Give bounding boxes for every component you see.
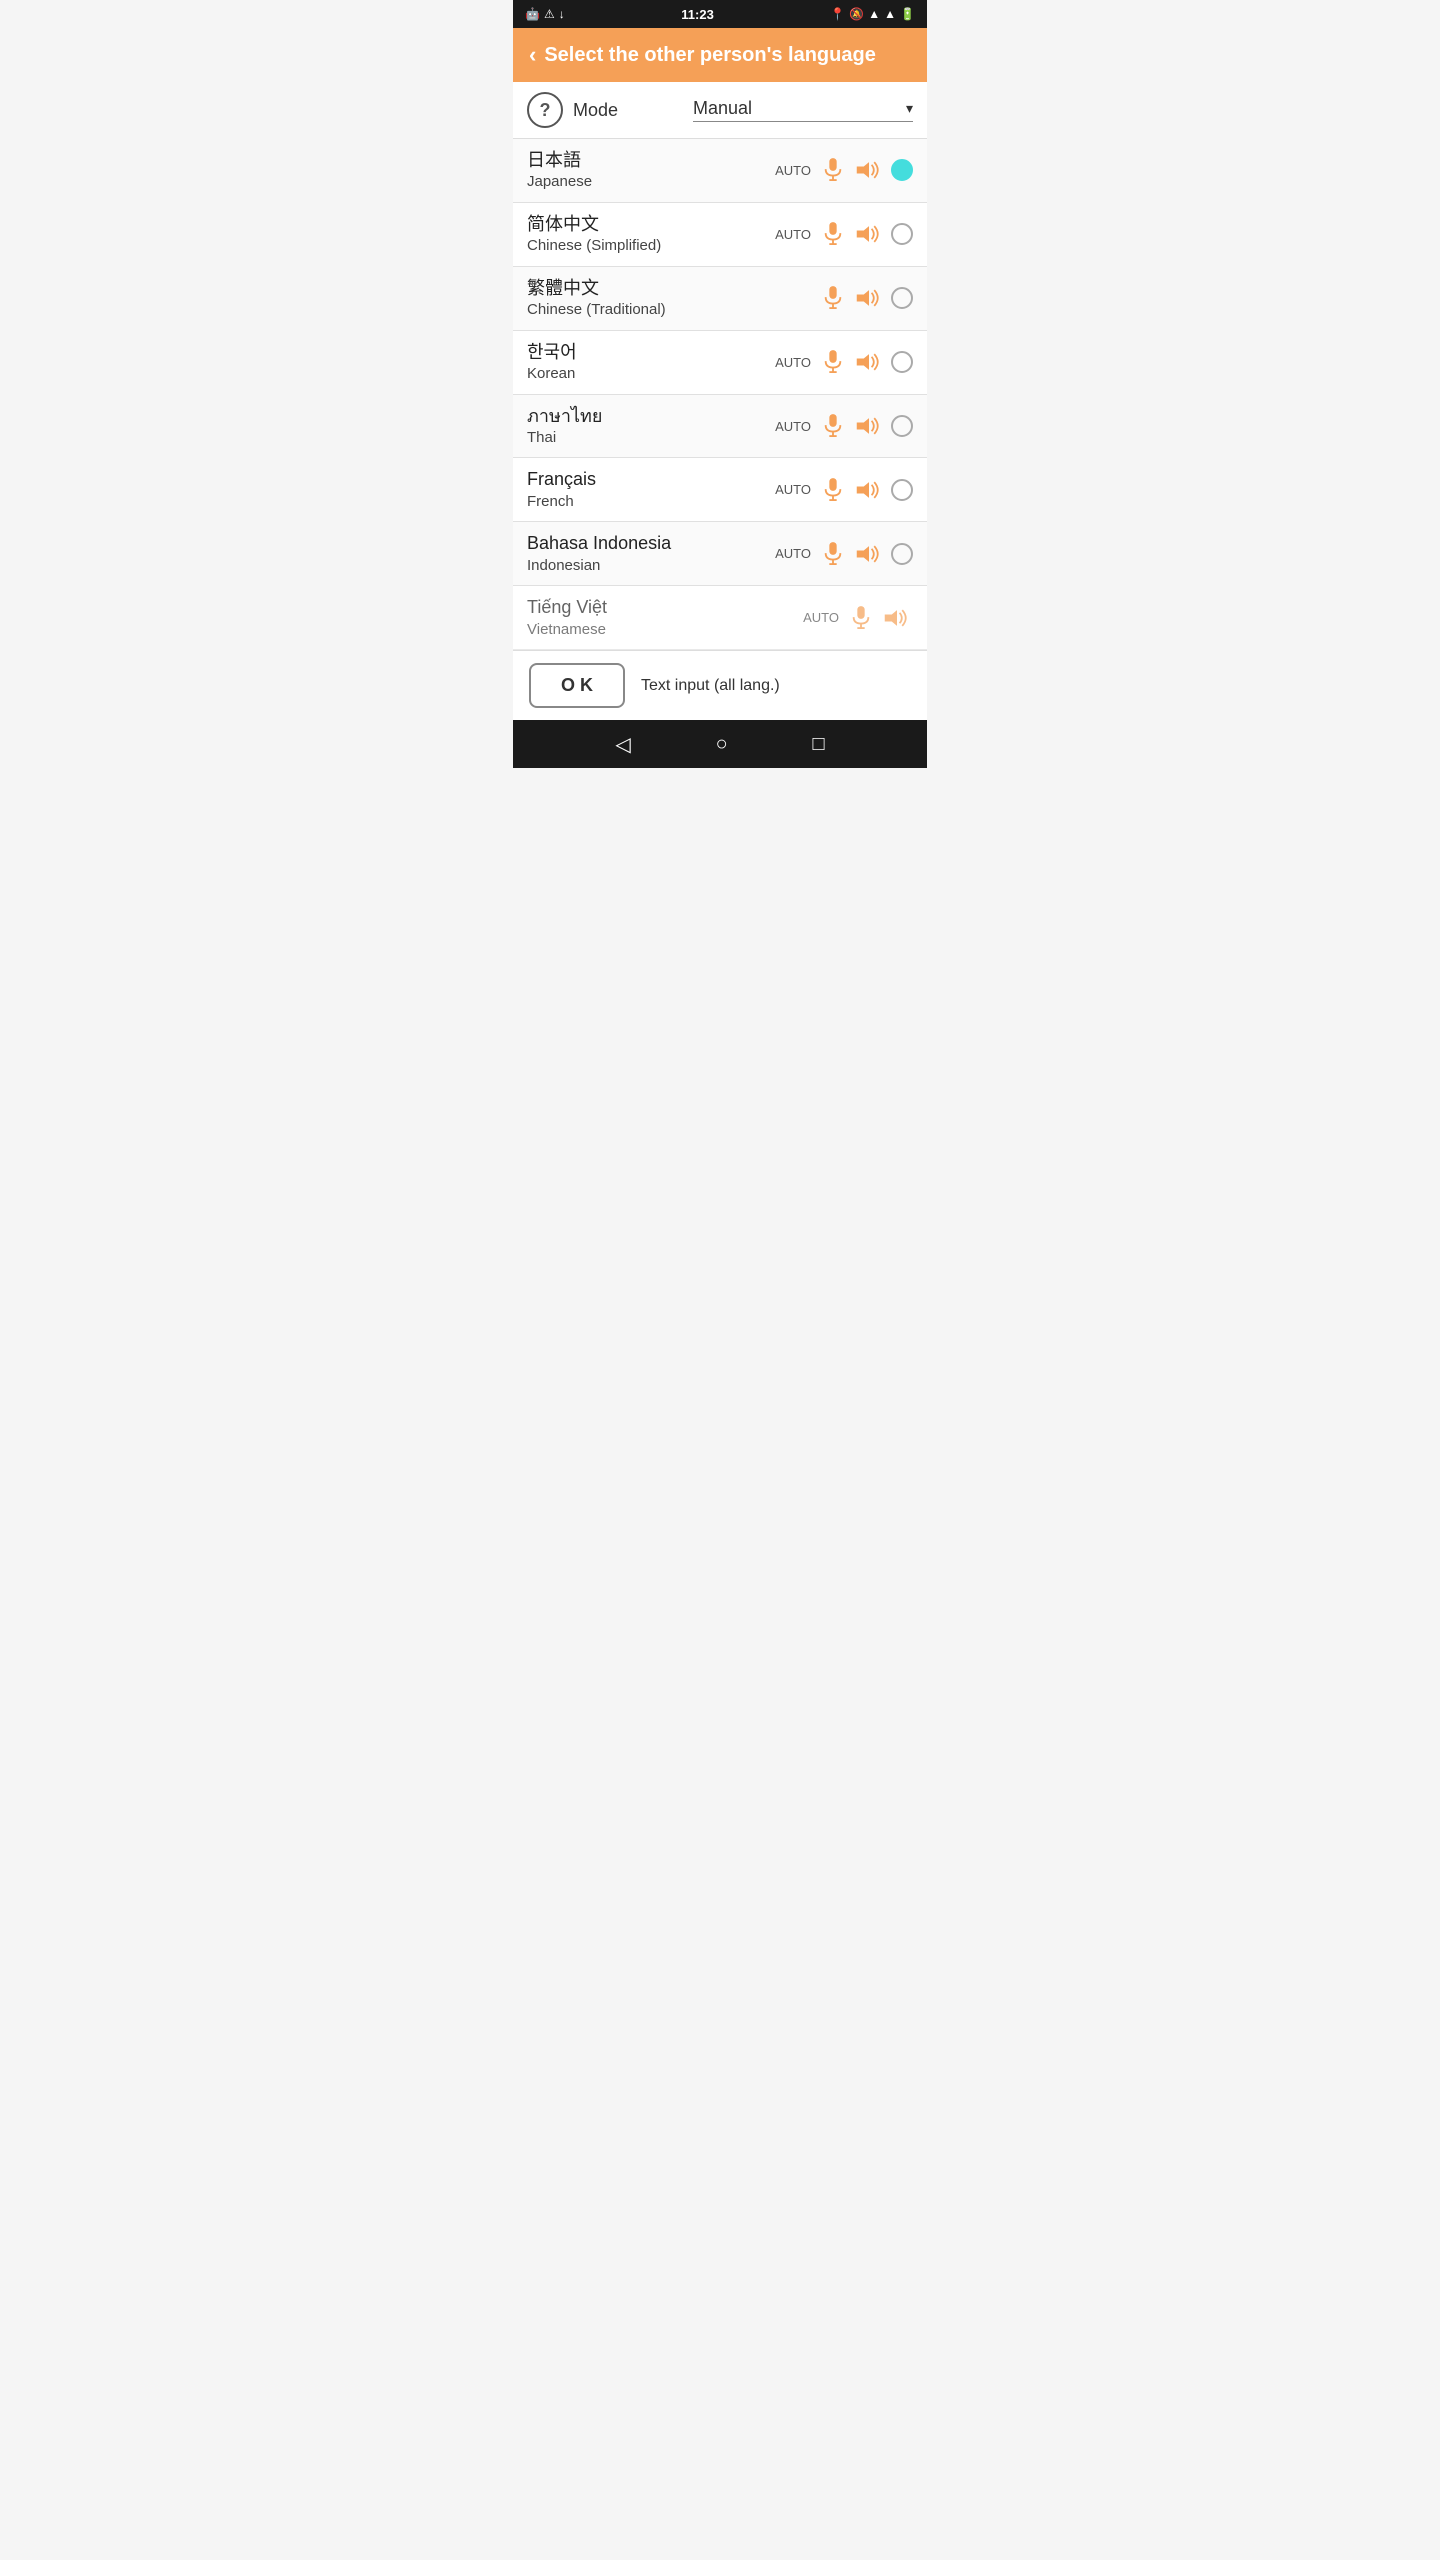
microphone-icon[interactable] xyxy=(819,476,847,504)
microphone-icon[interactable] xyxy=(847,604,875,632)
microphone-icon[interactable] xyxy=(819,540,847,568)
language-item[interactable]: 日本語 Japanese AUTO xyxy=(513,139,927,203)
alert-icon: ⚠ xyxy=(544,7,555,21)
lang-text: Tiếng Việt Vietnamese xyxy=(527,596,803,639)
lang-native: 繁體中文 xyxy=(527,277,819,300)
radio-button[interactable] xyxy=(891,415,913,437)
lang-text: 简体中文 Chinese (Simplified) xyxy=(527,213,775,256)
speaker-icon[interactable] xyxy=(853,412,885,440)
lang-native: Français xyxy=(527,468,775,491)
lang-english: Chinese (Simplified) xyxy=(527,236,775,256)
lang-text: ภาษาไทย Thai xyxy=(527,405,775,448)
ok-button[interactable]: O K xyxy=(529,663,625,708)
radio-button[interactable] xyxy=(891,223,913,245)
signal-icon: ▲ xyxy=(884,7,896,21)
back-button[interactable]: ‹ xyxy=(529,42,536,68)
auto-label: AUTO xyxy=(775,227,811,242)
status-bar: 🤖 ⚠ ↓ 11:23 📍 🔕 ▲ ▲ 🔋 xyxy=(513,0,927,28)
android-icon: 🤖 xyxy=(525,7,540,21)
language-item[interactable]: Tiếng Việt Vietnamese AUTO xyxy=(513,586,927,650)
speaker-icon[interactable] xyxy=(853,284,885,312)
lang-controls: AUTO xyxy=(803,604,913,632)
radio-button[interactable] xyxy=(891,543,913,565)
speaker-icon[interactable] xyxy=(853,220,885,248)
microphone-icon[interactable] xyxy=(819,220,847,248)
lang-english: Vietnamese xyxy=(527,620,803,640)
language-item[interactable]: Français French AUTO xyxy=(513,458,927,522)
lang-text: 한국어 Korean xyxy=(527,341,775,384)
microphone-icon[interactable] xyxy=(819,284,847,312)
lang-controls: AUTO xyxy=(775,348,913,376)
auto-label: AUTO xyxy=(775,355,811,370)
download-icon: ↓ xyxy=(559,7,565,21)
lang-english: Japanese xyxy=(527,172,775,192)
location-icon: 📍 xyxy=(830,7,845,21)
lang-controls: AUTO xyxy=(775,220,913,248)
auto-label: AUTO xyxy=(775,546,811,561)
language-item[interactable]: 한국어 Korean AUTO xyxy=(513,331,927,395)
home-nav-icon[interactable]: ○ xyxy=(716,733,728,756)
lang-native: 한국어 xyxy=(527,341,775,364)
language-list: 日本語 Japanese AUTO 简体中文 Chinese (Simplifi… xyxy=(513,139,927,650)
auto-label: AUTO xyxy=(775,482,811,497)
language-item[interactable]: 简体中文 Chinese (Simplified) AUTO xyxy=(513,203,927,267)
auto-label: AUTO xyxy=(775,419,811,434)
mode-label: Mode xyxy=(573,100,683,121)
bottom-bar: O K Text input (all lang.) xyxy=(513,650,927,720)
lang-text: 繁體中文 Chinese (Traditional) xyxy=(527,277,819,320)
language-item[interactable]: ภาษาไทย Thai AUTO xyxy=(513,395,927,459)
radio-button[interactable] xyxy=(891,287,913,309)
lang-controls: AUTO xyxy=(775,476,913,504)
microphone-icon[interactable] xyxy=(819,412,847,440)
lang-english: Korean xyxy=(527,364,775,384)
mode-row: ? Mode Manual ▾ xyxy=(513,82,927,139)
radio-button[interactable] xyxy=(891,351,913,373)
help-button[interactable]: ? xyxy=(527,92,563,128)
speaker-icon[interactable] xyxy=(853,476,885,504)
header-title: Select the other person's language xyxy=(544,44,876,67)
lang-english: Thai xyxy=(527,428,775,448)
text-input-label[interactable]: Text input (all lang.) xyxy=(641,677,780,695)
lang-english: French xyxy=(527,492,775,512)
microphone-icon[interactable] xyxy=(819,348,847,376)
header: ‹ Select the other person's language xyxy=(513,28,927,82)
mode-dropdown[interactable]: Manual ▾ xyxy=(693,98,913,122)
lang-controls: AUTO xyxy=(775,156,913,184)
lang-english: Chinese (Traditional) xyxy=(527,300,819,320)
status-right-icons: 📍 🔕 ▲ ▲ 🔋 xyxy=(830,7,915,21)
lang-text: 日本語 Japanese xyxy=(527,149,775,192)
auto-label: AUTO xyxy=(775,163,811,178)
back-nav-icon[interactable]: ◁ xyxy=(615,732,630,757)
lang-english: Indonesian xyxy=(527,556,775,576)
lang-controls xyxy=(819,284,913,312)
speaker-icon[interactable] xyxy=(881,604,913,632)
lang-controls: AUTO xyxy=(775,540,913,568)
chevron-down-icon: ▾ xyxy=(906,100,913,117)
language-item[interactable]: 繁體中文 Chinese (Traditional) xyxy=(513,267,927,331)
lang-text: Français French xyxy=(527,468,775,511)
language-item[interactable]: Bahasa Indonesia Indonesian AUTO xyxy=(513,522,927,586)
radio-button[interactable] xyxy=(891,479,913,501)
speaker-icon[interactable] xyxy=(853,156,885,184)
lang-native: Tiếng Việt xyxy=(527,596,803,619)
lang-native: Bahasa Indonesia xyxy=(527,532,775,555)
microphone-icon[interactable] xyxy=(819,156,847,184)
android-nav-bar: ◁ ○ □ xyxy=(513,720,927,768)
volume-off-icon: 🔕 xyxy=(849,7,864,21)
auto-label: AUTO xyxy=(803,610,839,625)
lang-native: 简体中文 xyxy=(527,213,775,236)
battery-icon: 🔋 xyxy=(900,7,915,21)
wifi-icon: ▲ xyxy=(868,7,880,21)
radio-button[interactable] xyxy=(891,159,913,181)
mode-value: Manual xyxy=(693,98,906,119)
status-time: 11:23 xyxy=(681,7,714,22)
speaker-icon[interactable] xyxy=(853,540,885,568)
lang-native: 日本語 xyxy=(527,149,775,172)
recents-nav-icon[interactable]: □ xyxy=(812,733,824,756)
speaker-icon[interactable] xyxy=(853,348,885,376)
lang-controls: AUTO xyxy=(775,412,913,440)
status-left-icons: 🤖 ⚠ ↓ xyxy=(525,7,565,21)
lang-native: ภาษาไทย xyxy=(527,405,775,428)
lang-text: Bahasa Indonesia Indonesian xyxy=(527,532,775,575)
